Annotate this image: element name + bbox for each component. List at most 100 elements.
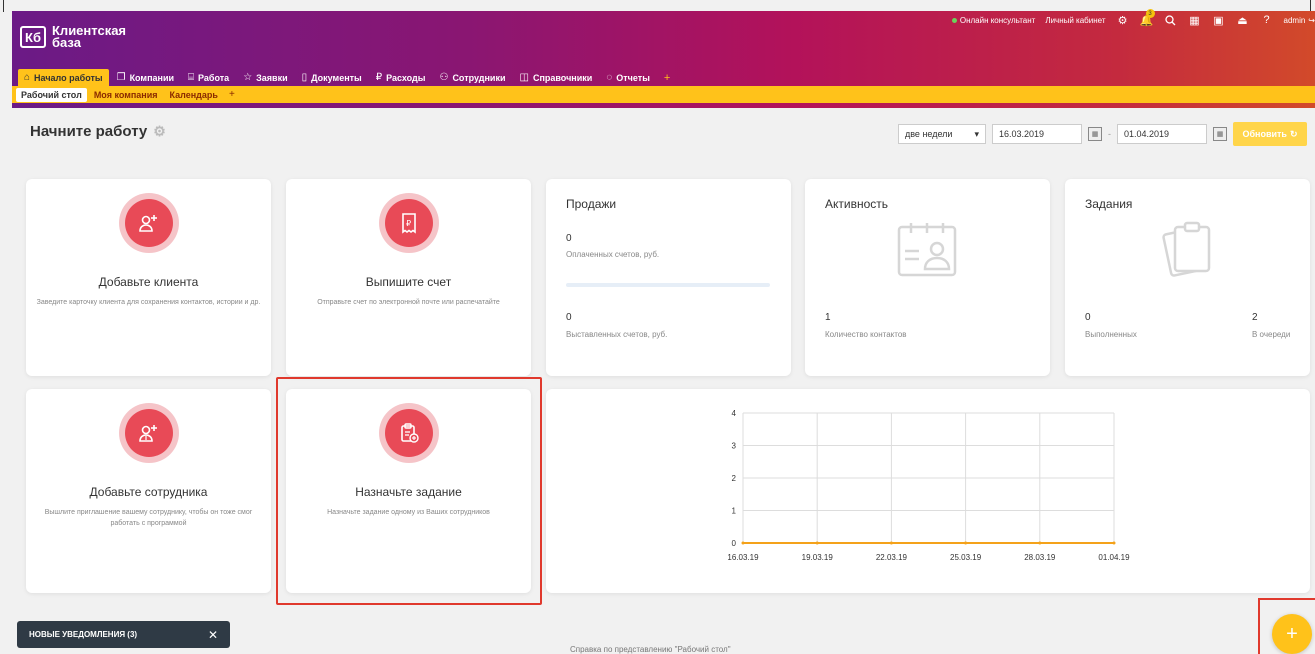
tab-label: Работа	[198, 72, 230, 83]
chart-y-tick-label: 2	[732, 474, 737, 483]
add-employee-card[interactable]: Добавьте сотрудника Вышлите приглашение …	[26, 389, 271, 593]
activity-chart-card: 0 1 2 3 4 16.03.19 19.03.19 22.03.19 25.03.19 28.…	[546, 389, 1310, 593]
chart-x-tick-label: 16.03.19	[727, 553, 759, 562]
tasks-clipboard-icon	[1157, 219, 1217, 284]
tab-expenses[interactable]: ₽ Расходы	[370, 69, 432, 86]
subtab-my-company[interactable]: Моя компания	[89, 88, 163, 102]
people-icon: ⚇	[439, 72, 449, 83]
date-from-input[interactable]: 16.03.2019	[992, 124, 1082, 144]
card-description: Назначьте задание одному из Ваших сотруд…	[327, 509, 490, 516]
tab-label: Справочники	[532, 72, 593, 83]
card-description: Вышлите приглашение вашему сотруднику, ч…	[44, 509, 253, 527]
book-icon: ◫	[519, 72, 529, 83]
card-title: Продажи	[566, 197, 617, 211]
period-select[interactable]: две недели ▾	[898, 124, 986, 144]
contacts-label: Количество контактов	[825, 330, 907, 339]
add-fab-button[interactable]: +	[1272, 614, 1312, 654]
personal-cabinet-link[interactable]: Личный кабинет	[1045, 16, 1105, 25]
refresh-button[interactable]: Обновить ↻	[1233, 122, 1307, 146]
messages-icon[interactable]: ▣	[1212, 13, 1226, 27]
chart-point	[741, 541, 745, 545]
tab-start[interactable]: ⌂ Начало работы	[18, 69, 109, 86]
card-title: Задания	[1085, 197, 1133, 211]
tab-work[interactable]: ⌸ Работа	[182, 69, 235, 86]
user-menu[interactable]: admin ↪	[1284, 16, 1315, 25]
document-icon: ▯	[301, 72, 308, 83]
period-value: две недели	[905, 129, 953, 139]
refresh-label: Обновить	[1242, 129, 1287, 139]
card-title: Назначьте задание	[355, 485, 462, 499]
card-title: Выпишите счет	[365, 275, 452, 289]
paid-value: 0	[566, 233, 572, 244]
notifications-bar[interactable]: НОВЫЕ УВЕДОМЛЕНИЯ (3) ✕	[17, 621, 230, 648]
card-description: Заведите карточку клиента для сохранения…	[36, 299, 261, 306]
date-filters: две недели ▾ 16.03.2019 ▦ - 01.04.2019 ▦ …	[898, 122, 1307, 146]
paid-progress-bar	[566, 283, 770, 287]
svg-text:₽: ₽	[406, 219, 411, 228]
date-to-input[interactable]: 01.04.2019	[1117, 124, 1207, 144]
card-title: Добавьте сотрудника	[89, 485, 208, 499]
plus-icon: +	[1286, 622, 1298, 645]
invoice-card[interactable]: ₽ Выпишите счет Отправьте счет по электр…	[286, 179, 531, 376]
chart-x-tick-label: 19.03.19	[802, 553, 834, 562]
briefcase-icon: ⌸	[188, 72, 195, 83]
tab-requests[interactable]: ☆ Заявки	[237, 69, 293, 86]
chart-point	[889, 541, 893, 545]
bell-icon[interactable]: 🔔 3	[1140, 9, 1155, 27]
share-icon[interactable]: ⏏	[1236, 13, 1250, 27]
activity-chart: 0 1 2 3 4 16.03.19 19.03.19 22.03.19 25.03.19 28.…	[727, 409, 1130, 562]
add-user-icon	[124, 199, 173, 247]
tab-documents[interactable]: ▯ Документы	[296, 69, 368, 86]
sales-card: Продажи 0 Оплаченных счетов, руб. 0 Выст…	[546, 179, 791, 376]
tab-companies[interactable]: ❐ Компании	[111, 69, 180, 86]
chart-x-tick-label: 22.03.19	[876, 553, 908, 562]
home-icon: ⌂	[24, 72, 31, 83]
issued-value: 0	[566, 312, 572, 323]
chart-y-tick-label: 3	[732, 442, 737, 451]
add-subtab-icon[interactable]: +	[225, 89, 239, 100]
help-icon[interactable]: ?	[1260, 13, 1274, 27]
card-title: Добавьте клиента	[98, 275, 199, 289]
app-logo[interactable]: Кб Клиентская база	[20, 23, 127, 50]
calendar-picker-icon[interactable]: ▦	[1213, 127, 1227, 141]
contacts-value: 1	[825, 312, 831, 323]
calendar-icon[interactable]: ▦	[1188, 13, 1202, 27]
range-dash: -	[1108, 129, 1111, 139]
logout-icon[interactable]: ↪	[1308, 16, 1315, 25]
paid-label: Оплаченных счетов, руб.	[566, 250, 660, 259]
card-title: Активность	[825, 197, 889, 211]
notifications-label: НОВЫЕ УВЕДОМЛЕНИЯ (3)	[29, 630, 138, 639]
logo-mark: Кб	[20, 26, 46, 48]
notification-badge: 3	[1145, 9, 1155, 18]
tab-employees[interactable]: ⚇ Сотрудники	[433, 69, 511, 86]
online-consultant-label: Онлайн консультант	[959, 15, 1036, 25]
gear-icon[interactable]: ⚙	[1116, 13, 1130, 27]
tab-directories[interactable]: ◫ Справочники	[514, 69, 599, 86]
queue-value: 2	[1252, 312, 1258, 323]
search-icon[interactable]	[1164, 13, 1178, 27]
online-consultant-link[interactable]: Онлайн консультант	[951, 15, 1036, 25]
subtab-calendar[interactable]: Календарь	[165, 88, 223, 102]
assign-task-card[interactable]: Назначьте задание Назначьте задание одно…	[286, 389, 531, 593]
help-link[interactable]: Справка по представлению "Рабочий стол"	[570, 645, 731, 654]
logo-text: Клиентская база	[52, 23, 127, 50]
add-tab-icon[interactable]: +	[658, 70, 676, 86]
chart-y-tick-label: 0	[732, 539, 737, 548]
issued-label: Выставленных счетов, руб.	[566, 330, 668, 339]
chart-point	[964, 541, 968, 545]
folder-icon: ❐	[116, 72, 126, 83]
close-icon[interactable]: ✕	[208, 628, 218, 642]
user-name: admin	[1283, 15, 1306, 25]
assign-task-icon	[384, 409, 433, 457]
contacts-notebook-icon	[895, 219, 959, 284]
chat-icon: ◌	[606, 72, 613, 83]
online-status-icon	[951, 17, 957, 23]
settings-gear-icon[interactable]: ⚙	[153, 123, 166, 140]
calendar-picker-icon[interactable]: ▦	[1088, 127, 1102, 141]
add-client-card[interactable]: Добавьте клиента Заведите карточку клиен…	[26, 179, 271, 376]
tab-label: Отчеты	[616, 72, 650, 83]
page-title-text: Начните работу	[30, 123, 148, 140]
tab-reports[interactable]: ◌ Отчеты	[600, 69, 656, 86]
tasks-card: Задания 0 Выполненных 2 В очереди	[1065, 179, 1310, 376]
subtab-desktop[interactable]: Рабочий стол	[16, 87, 87, 102]
